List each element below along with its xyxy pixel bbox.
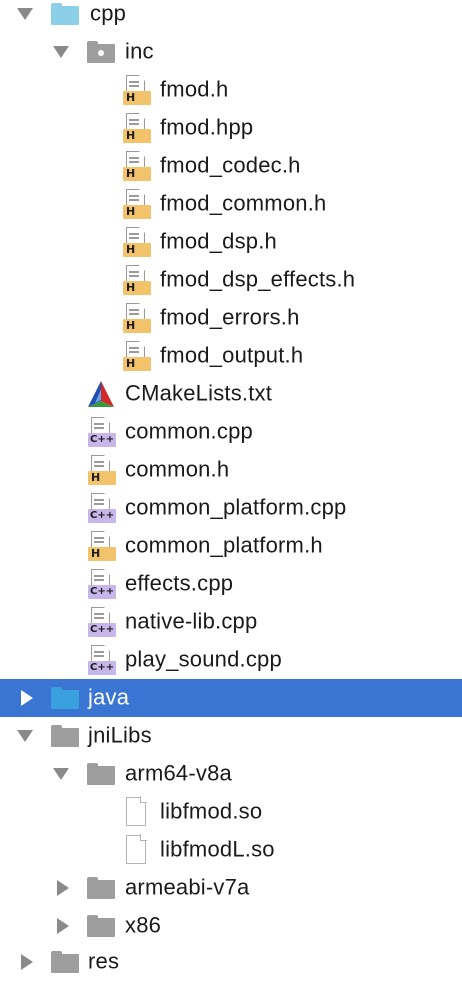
gray-folder-icon <box>51 725 79 747</box>
file-label: fmod.hpp <box>160 114 254 140</box>
cmake-icon <box>88 381 114 407</box>
h-file-icon: H <box>123 75 151 105</box>
cpp-file-icon: C++ <box>88 607 116 637</box>
expand-arrow-icon[interactable] <box>16 5 34 23</box>
file-label: common_platform.cpp <box>125 494 347 520</box>
cpp-file-icon: C++ <box>88 645 116 675</box>
tree-node-cpp[interactable]: cpp <box>0 0 462 33</box>
tree-file-play-sound-cpp[interactable]: C++ play_sound.cpp <box>0 641 462 679</box>
cpp-file-icon: C++ <box>88 493 116 523</box>
file-label: libfmod.so <box>160 798 263 824</box>
tree-file-fmod-common-h[interactable]: H fmod_common.h <box>0 185 462 223</box>
gray-folder-icon <box>87 915 115 937</box>
gray-folder-icon <box>87 763 115 785</box>
node-label: java <box>88 684 130 710</box>
cyan-folder-icon <box>51 3 79 25</box>
tree-node-x86[interactable]: x86 <box>0 907 462 945</box>
tree-file-cmakelists[interactable]: CMakeLists.txt <box>0 375 462 413</box>
file-label: fmod_dsp.h <box>160 228 277 254</box>
tree-file-fmod-dsp-effects-h[interactable]: H fmod_dsp_effects.h <box>0 261 462 299</box>
gray-folder-icon <box>87 877 115 899</box>
file-label: common.cpp <box>125 418 253 444</box>
file-label: native-lib.cpp <box>125 608 258 634</box>
h-file-icon: H <box>123 227 151 257</box>
tree-file-effects-cpp[interactable]: C++ effects.cpp <box>0 565 462 603</box>
node-label: x86 <box>125 912 162 938</box>
tree-file-fmod-output-h[interactable]: H fmod_output.h <box>0 337 462 375</box>
h-file-icon: H <box>88 455 116 485</box>
file-label: CMakeLists.txt <box>125 380 273 406</box>
plain-file-icon <box>124 834 148 865</box>
tree-file-libfmod-so[interactable]: libfmod.so <box>0 793 462 831</box>
file-label: fmod_dsp_effects.h <box>160 266 356 292</box>
file-label: common_platform.h <box>125 532 323 558</box>
node-label: armeabi-v7a <box>125 874 250 900</box>
node-label: inc <box>125 38 154 64</box>
tree-node-res[interactable]: res <box>0 943 462 981</box>
h-file-icon: H <box>123 341 151 371</box>
node-label: cpp <box>90 0 127 26</box>
tree-file-common-cpp[interactable]: C++ common.cpp <box>0 413 462 451</box>
expand-arrow-icon[interactable] <box>16 727 34 745</box>
tree-file-fmod-errors-h[interactable]: H fmod_errors.h <box>0 299 462 337</box>
gray-folder-icon <box>87 41 115 63</box>
file-label: fmod_common.h <box>160 190 327 216</box>
tree-file-fmod-h[interactable]: H fmod.h <box>0 71 462 109</box>
gray-folder-icon <box>51 951 79 973</box>
tree-node-java[interactable]: java <box>0 679 462 717</box>
tree-file-native-lib-cpp[interactable]: C++ native-lib.cpp <box>0 603 462 641</box>
cpp-file-icon: C++ <box>88 417 116 447</box>
expand-arrow-icon[interactable] <box>52 765 70 783</box>
node-label: res <box>88 948 120 974</box>
file-label: common.h <box>125 456 230 482</box>
tree-node-arm64-v8a[interactable]: arm64-v8a <box>0 755 462 793</box>
file-label: play_sound.cpp <box>125 646 282 672</box>
h-file-icon: H <box>123 265 151 295</box>
file-label: fmod.h <box>160 76 229 102</box>
h-file-icon: H <box>123 151 151 181</box>
collapse-arrow-icon[interactable] <box>54 917 72 935</box>
cpp-file-icon: C++ <box>88 569 116 599</box>
tree-file-fmod-dsp-h[interactable]: H fmod_dsp.h <box>0 223 462 261</box>
collapse-arrow-icon[interactable] <box>18 953 36 971</box>
file-label: fmod_errors.h <box>160 304 300 330</box>
h-file-icon: H <box>123 303 151 333</box>
h-file-icon: H <box>88 531 116 561</box>
collapse-arrow-icon[interactable] <box>18 689 36 707</box>
file-label: fmod_output.h <box>160 342 304 368</box>
file-label: fmod_codec.h <box>160 152 301 178</box>
tree-node-jnilibs[interactable]: jniLibs <box>0 717 462 755</box>
collapse-arrow-icon[interactable] <box>54 879 72 897</box>
h-file-icon: H <box>123 189 151 219</box>
file-label: effects.cpp <box>125 570 234 596</box>
h-file-icon: H <box>123 113 151 143</box>
tree-file-fmod-codec-h[interactable]: H fmod_codec.h <box>0 147 462 185</box>
node-label: jniLibs <box>88 722 152 748</box>
tree-file-fmod-hpp[interactable]: H fmod.hpp <box>0 109 462 147</box>
tree-file-common-platform-h[interactable]: H common_platform.h <box>0 527 462 565</box>
tree-node-inc[interactable]: inc <box>0 33 462 71</box>
blue-folder-icon <box>51 687 79 709</box>
tree-file-libfmodl-so[interactable]: libfmodL.so <box>0 831 462 869</box>
plain-file-icon <box>124 796 148 827</box>
expand-arrow-icon[interactable] <box>52 43 70 61</box>
tree-file-common-h[interactable]: H common.h <box>0 451 462 489</box>
tree-file-common-platform-cpp[interactable]: C++ common_platform.cpp <box>0 489 462 527</box>
file-label: libfmodL.so <box>160 836 275 862</box>
node-label: arm64-v8a <box>125 760 232 786</box>
tree-node-armeabi-v7a[interactable]: armeabi-v7a <box>0 869 462 907</box>
